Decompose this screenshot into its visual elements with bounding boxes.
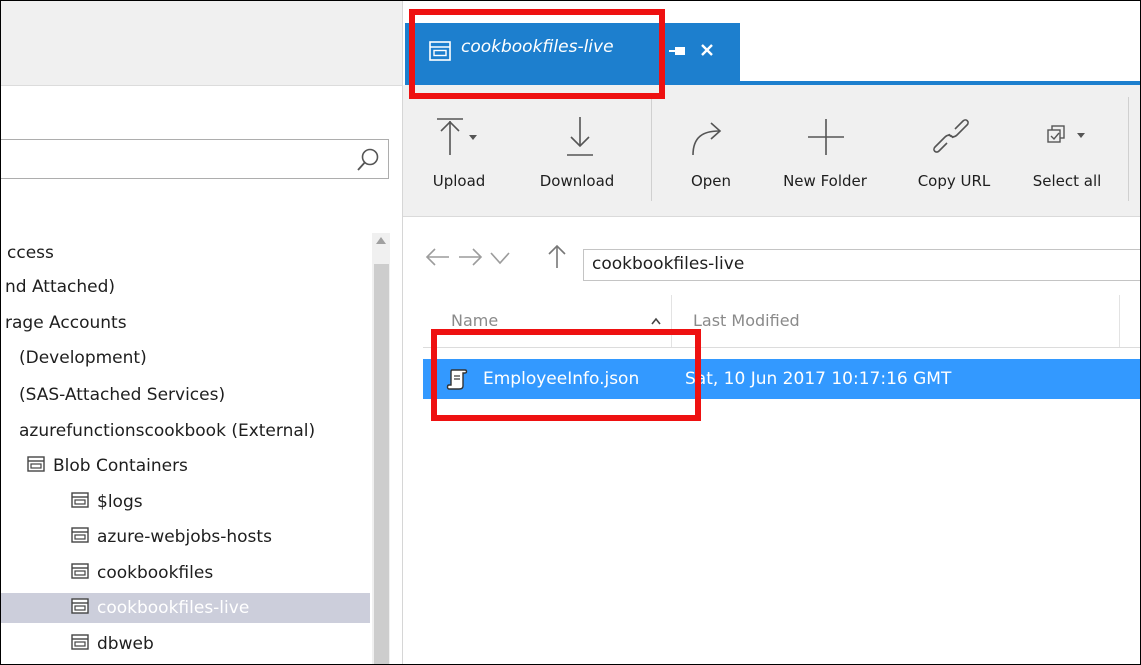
tree-item-label: azurefunctionscookbook (External) <box>19 421 316 441</box>
tree-item-container-selected[interactable]: cookbookfiles-live <box>1 593 370 623</box>
toolbar-separator <box>651 97 652 201</box>
copy-url-button[interactable] <box>899 1 1009 132</box>
tree-item-label: (Development) <box>19 348 147 368</box>
upload-icon <box>437 118 477 155</box>
open-button[interactable] <box>665 1 757 132</box>
address-bar[interactable]: cookbookfiles-live <box>583 249 1140 281</box>
column-divider[interactable] <box>1119 295 1120 347</box>
column-header-name[interactable]: Name <box>451 311 498 330</box>
container-icon <box>71 563 89 579</box>
tree-item-development[interactable]: (Development) <box>19 343 147 373</box>
tree-item-label: dbweb <box>97 634 154 654</box>
highlight-box-file <box>431 329 701 421</box>
upload-icon <box>22 118 23 119</box>
tree-item-container[interactable]: azure-webjobs-hosts <box>71 522 272 552</box>
select-all-button[interactable] <box>1017 1 1117 132</box>
content-area <box>403 217 1140 664</box>
open-button-label: Open <box>690 172 732 190</box>
tree-item-label: $logs <box>97 492 143 512</box>
scrollbar-thumb[interactable] <box>374 264 389 664</box>
tree-item-container[interactable]: $logs <box>71 487 143 517</box>
container-icon <box>71 527 89 543</box>
search-input[interactable] <box>1 139 389 179</box>
download-button-label: Download <box>539 172 615 190</box>
highlight-box-tab <box>409 9 665 99</box>
explorer-header <box>1 1 402 86</box>
open-icon <box>692 122 722 156</box>
link-icon <box>933 119 969 153</box>
sort-ascending-icon <box>651 317 661 325</box>
download-icon <box>567 117 593 156</box>
forward-arrow-icon[interactable] <box>457 247 483 267</box>
new-folder-button-label: New Folder <box>783 172 867 190</box>
back-arrow-icon[interactable] <box>425 247 451 267</box>
tree-item-label: cookbookfiles <box>97 563 214 583</box>
tree-item-label: Blob Containers <box>53 456 188 476</box>
tree-item-label: ccess <box>7 243 54 263</box>
address-path: cookbookfiles-live <box>592 254 745 274</box>
container-icon <box>71 492 89 508</box>
copy-url-button-label: Copy URL <box>917 172 991 190</box>
explorer-panel: ccess nd Attached) rage Accounts (Develo… <box>1 1 403 664</box>
tree-item-local-attached[interactable]: nd Attached) <box>5 272 115 302</box>
tree-item-label: nd Attached) <box>5 277 116 297</box>
tree-item-label: azure-webjobs-hosts <box>97 527 272 547</box>
tree-item-container[interactable]: cookbookfiles <box>71 558 213 588</box>
chevron-down-icon[interactable] <box>489 251 511 265</box>
tree-item-label: (SAS-Attached Services) <box>19 385 226 405</box>
tree-item-container[interactable]: dbweb <box>71 629 154 659</box>
tree-item-blob-containers[interactable]: Blob Containers <box>27 451 188 481</box>
tree-item-storage-accounts[interactable]: rage Accounts <box>5 308 127 338</box>
storage-explorer-window: ccess nd Attached) rage Accounts (Develo… <box>0 0 1141 665</box>
tree-item-label: rage Accounts <box>5 313 127 333</box>
tree-item-sas-attached[interactable]: (SAS-Attached Services) <box>19 380 225 410</box>
tree-item-storage-account[interactable]: azurefunctionscookbook (External) <box>19 416 315 446</box>
tree-item-label: cookbookfiles-live <box>97 598 250 618</box>
upload-button-label: Upload <box>432 172 486 190</box>
tree-item-quick-access[interactable]: ccess <box>7 238 54 268</box>
search-icon[interactable] <box>356 147 380 173</box>
container-icon <box>27 456 45 472</box>
select-all-button-label: Select all <box>1032 172 1102 190</box>
new-folder-icon <box>808 119 844 155</box>
column-header-last-modified[interactable]: Last Modified <box>693 311 800 330</box>
file-last-modified: Sat, 10 Jun 2017 10:17:16 GMT <box>685 369 952 389</box>
select-all-icon <box>1047 125 1085 143</box>
scroll-up-arrow-icon[interactable] <box>376 237 386 244</box>
container-icon <box>71 634 89 650</box>
new-folder-button[interactable] <box>763 1 887 132</box>
toolbar-separator <box>1128 97 1129 201</box>
up-arrow-icon[interactable] <box>547 243 567 269</box>
container-icon <box>71 598 89 614</box>
